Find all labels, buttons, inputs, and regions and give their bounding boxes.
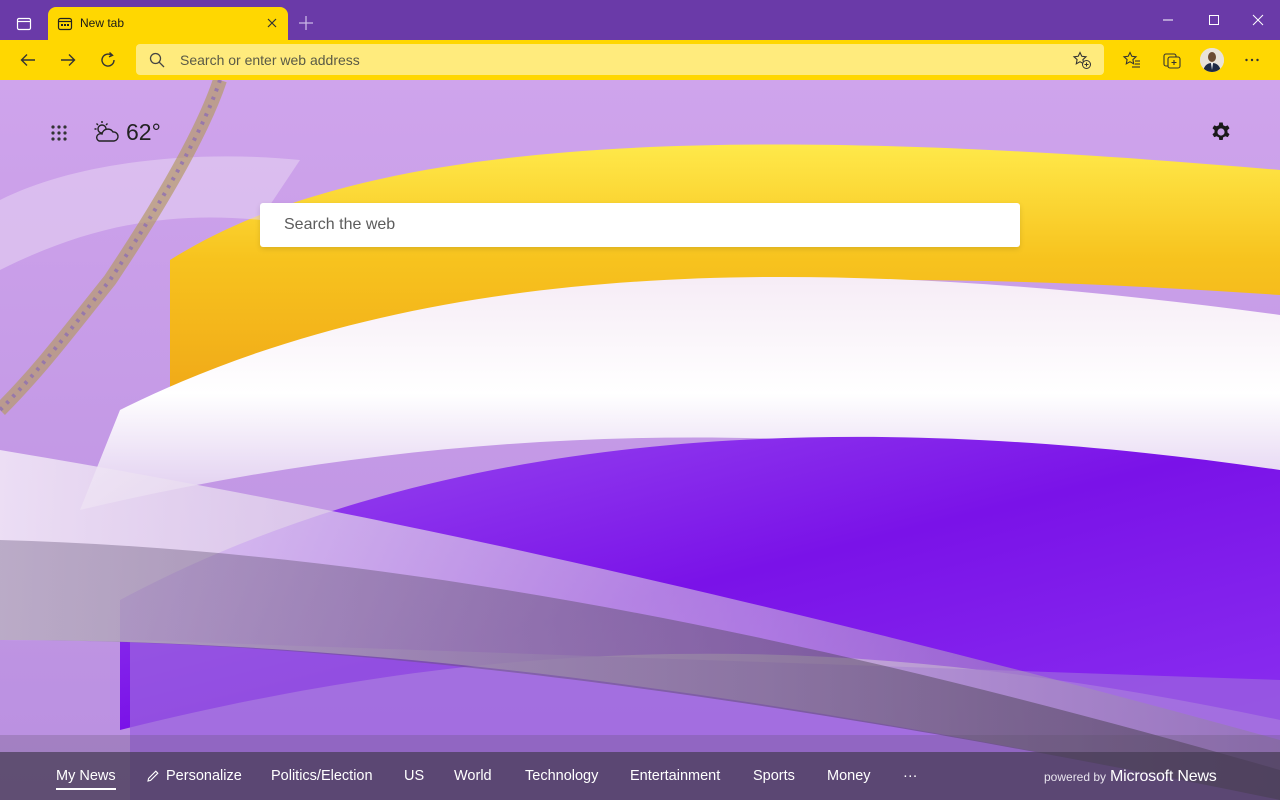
news-tab-my-news[interactable]: My News: [56, 766, 116, 790]
favorites-button[interactable]: [1118, 46, 1146, 74]
news-tab-label: Technology: [525, 768, 599, 784]
minimize-button[interactable]: [1158, 10, 1178, 30]
profile-picture-icon: [1200, 48, 1224, 72]
powered-by-credit[interactable]: powered by Microsoft News: [1044, 768, 1217, 786]
powered-by-label: powered by: [1044, 770, 1107, 784]
back-button[interactable]: [14, 46, 42, 74]
web-search-input[interactable]: [284, 203, 1004, 247]
collections-icon: [1163, 53, 1181, 69]
news-tab-sports[interactable]: Sports: [753, 766, 795, 786]
forward-arrow-icon: [61, 54, 76, 66]
news-tab-label: Entertainment: [630, 768, 721, 784]
address-input[interactable]: [180, 44, 1060, 75]
tab-actions-button[interactable]: [8, 8, 40, 40]
tab-actions-icon: [16, 17, 32, 31]
news-tab-label: World: [454, 768, 492, 784]
minimize-icon: [1163, 19, 1173, 21]
close-tab-icon[interactable]: [264, 15, 280, 31]
news-tab-label: US: [404, 768, 425, 784]
news-tab-technology[interactable]: Technology: [525, 766, 598, 786]
news-tab-politics-election[interactable]: Politics/Election: [271, 766, 373, 786]
news-tab-personalize[interactable]: Personalize: [146, 766, 242, 786]
app-launcher-button[interactable]: [46, 120, 72, 146]
favorites-icon: [1122, 51, 1140, 68]
background-image: [0, 80, 1280, 800]
settings-and-more-button[interactable]: [1238, 46, 1266, 74]
address-bar[interactable]: [136, 44, 1104, 75]
tab-title: New tab: [80, 16, 125, 30]
more-news-tabs-button[interactable]: ···: [903, 766, 918, 786]
new-tab-page: 62°: [0, 80, 1280, 800]
new-tab-page-icon: [57, 16, 73, 32]
add-favorite-icon[interactable]: [1072, 50, 1092, 70]
refresh-icon: [101, 51, 115, 67]
partly-cloudy-icon: [94, 121, 119, 142]
collections-button[interactable]: [1158, 46, 1186, 74]
profile-avatar[interactable]: [1200, 48, 1224, 72]
back-arrow-icon: [20, 54, 35, 66]
close-window-button[interactable]: [1248, 10, 1268, 30]
news-tab-world[interactable]: World: [454, 766, 492, 786]
gear-icon: [1212, 122, 1230, 140]
temperature: 62°: [126, 118, 161, 145]
forward-button[interactable]: [54, 46, 82, 74]
more-options-icon: [1245, 58, 1259, 62]
news-tab-label: My News: [56, 768, 116, 784]
more-label: ···: [903, 768, 918, 784]
title-bar: New tab: [0, 0, 1280, 40]
news-tab-money[interactable]: Money: [827, 766, 871, 786]
active-tab[interactable]: New tab: [48, 7, 288, 40]
news-nav-bar: My News Personalize Politics/Election US…: [0, 752, 1280, 800]
app-grid-icon: [51, 125, 67, 141]
new-tab-button[interactable]: [296, 13, 316, 33]
microsoft-news-brand: Microsoft News: [1110, 768, 1217, 785]
maximize-icon: [1209, 15, 1219, 25]
news-tab-label: Money: [827, 768, 871, 784]
search-icon: [148, 51, 166, 69]
news-tab-label: Politics/Election: [271, 768, 373, 784]
plus-icon: [299, 16, 313, 30]
news-tab-label: Sports: [753, 768, 795, 784]
news-tab-label: Personalize: [166, 768, 242, 784]
news-tab-entertainment[interactable]: Entertainment: [630, 766, 720, 786]
weather-widget[interactable]: 62°: [92, 116, 161, 148]
close-window-icon: [1252, 14, 1264, 26]
maximize-button[interactable]: [1204, 10, 1224, 30]
web-search-box[interactable]: [260, 203, 1020, 247]
refresh-button[interactable]: [94, 46, 122, 74]
page-settings-button[interactable]: [1206, 118, 1236, 148]
pencil-icon: [147, 770, 159, 782]
news-tab-us[interactable]: US: [404, 766, 424, 786]
